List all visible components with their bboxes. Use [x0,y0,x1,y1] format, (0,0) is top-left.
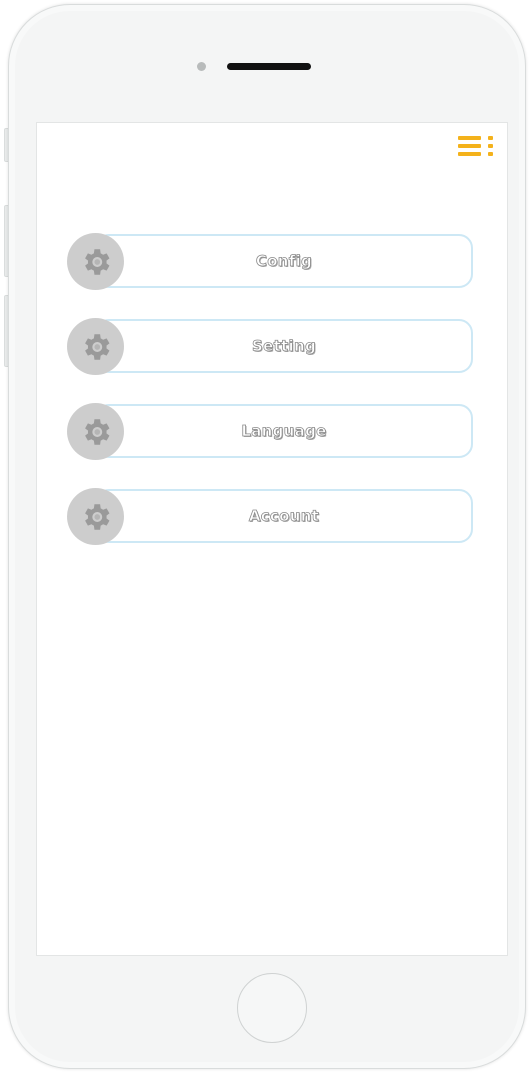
stage: Config Setting Language Account [0,0,530,1075]
menu-item-label: Setting [252,337,316,356]
speaker-grille [227,63,311,70]
menu-item-language[interactable]: Language [67,403,477,461]
menu-item-label: Config [255,252,313,271]
menu-item-account[interactable]: Account [67,488,477,546]
app-screen: Config Setting Language Account [36,122,508,956]
home-button[interactable] [237,973,307,1043]
menu-item-setting[interactable]: Setting [67,318,477,376]
menu-item-label: Language [241,422,327,441]
camera-icon [197,62,206,71]
settings-menu-list: Config Setting Language Account [67,233,477,573]
menu-item-config[interactable]: Config [67,233,477,291]
menu-item-label: Account [248,507,320,526]
hamburger-menu-icon[interactable] [458,136,493,156]
